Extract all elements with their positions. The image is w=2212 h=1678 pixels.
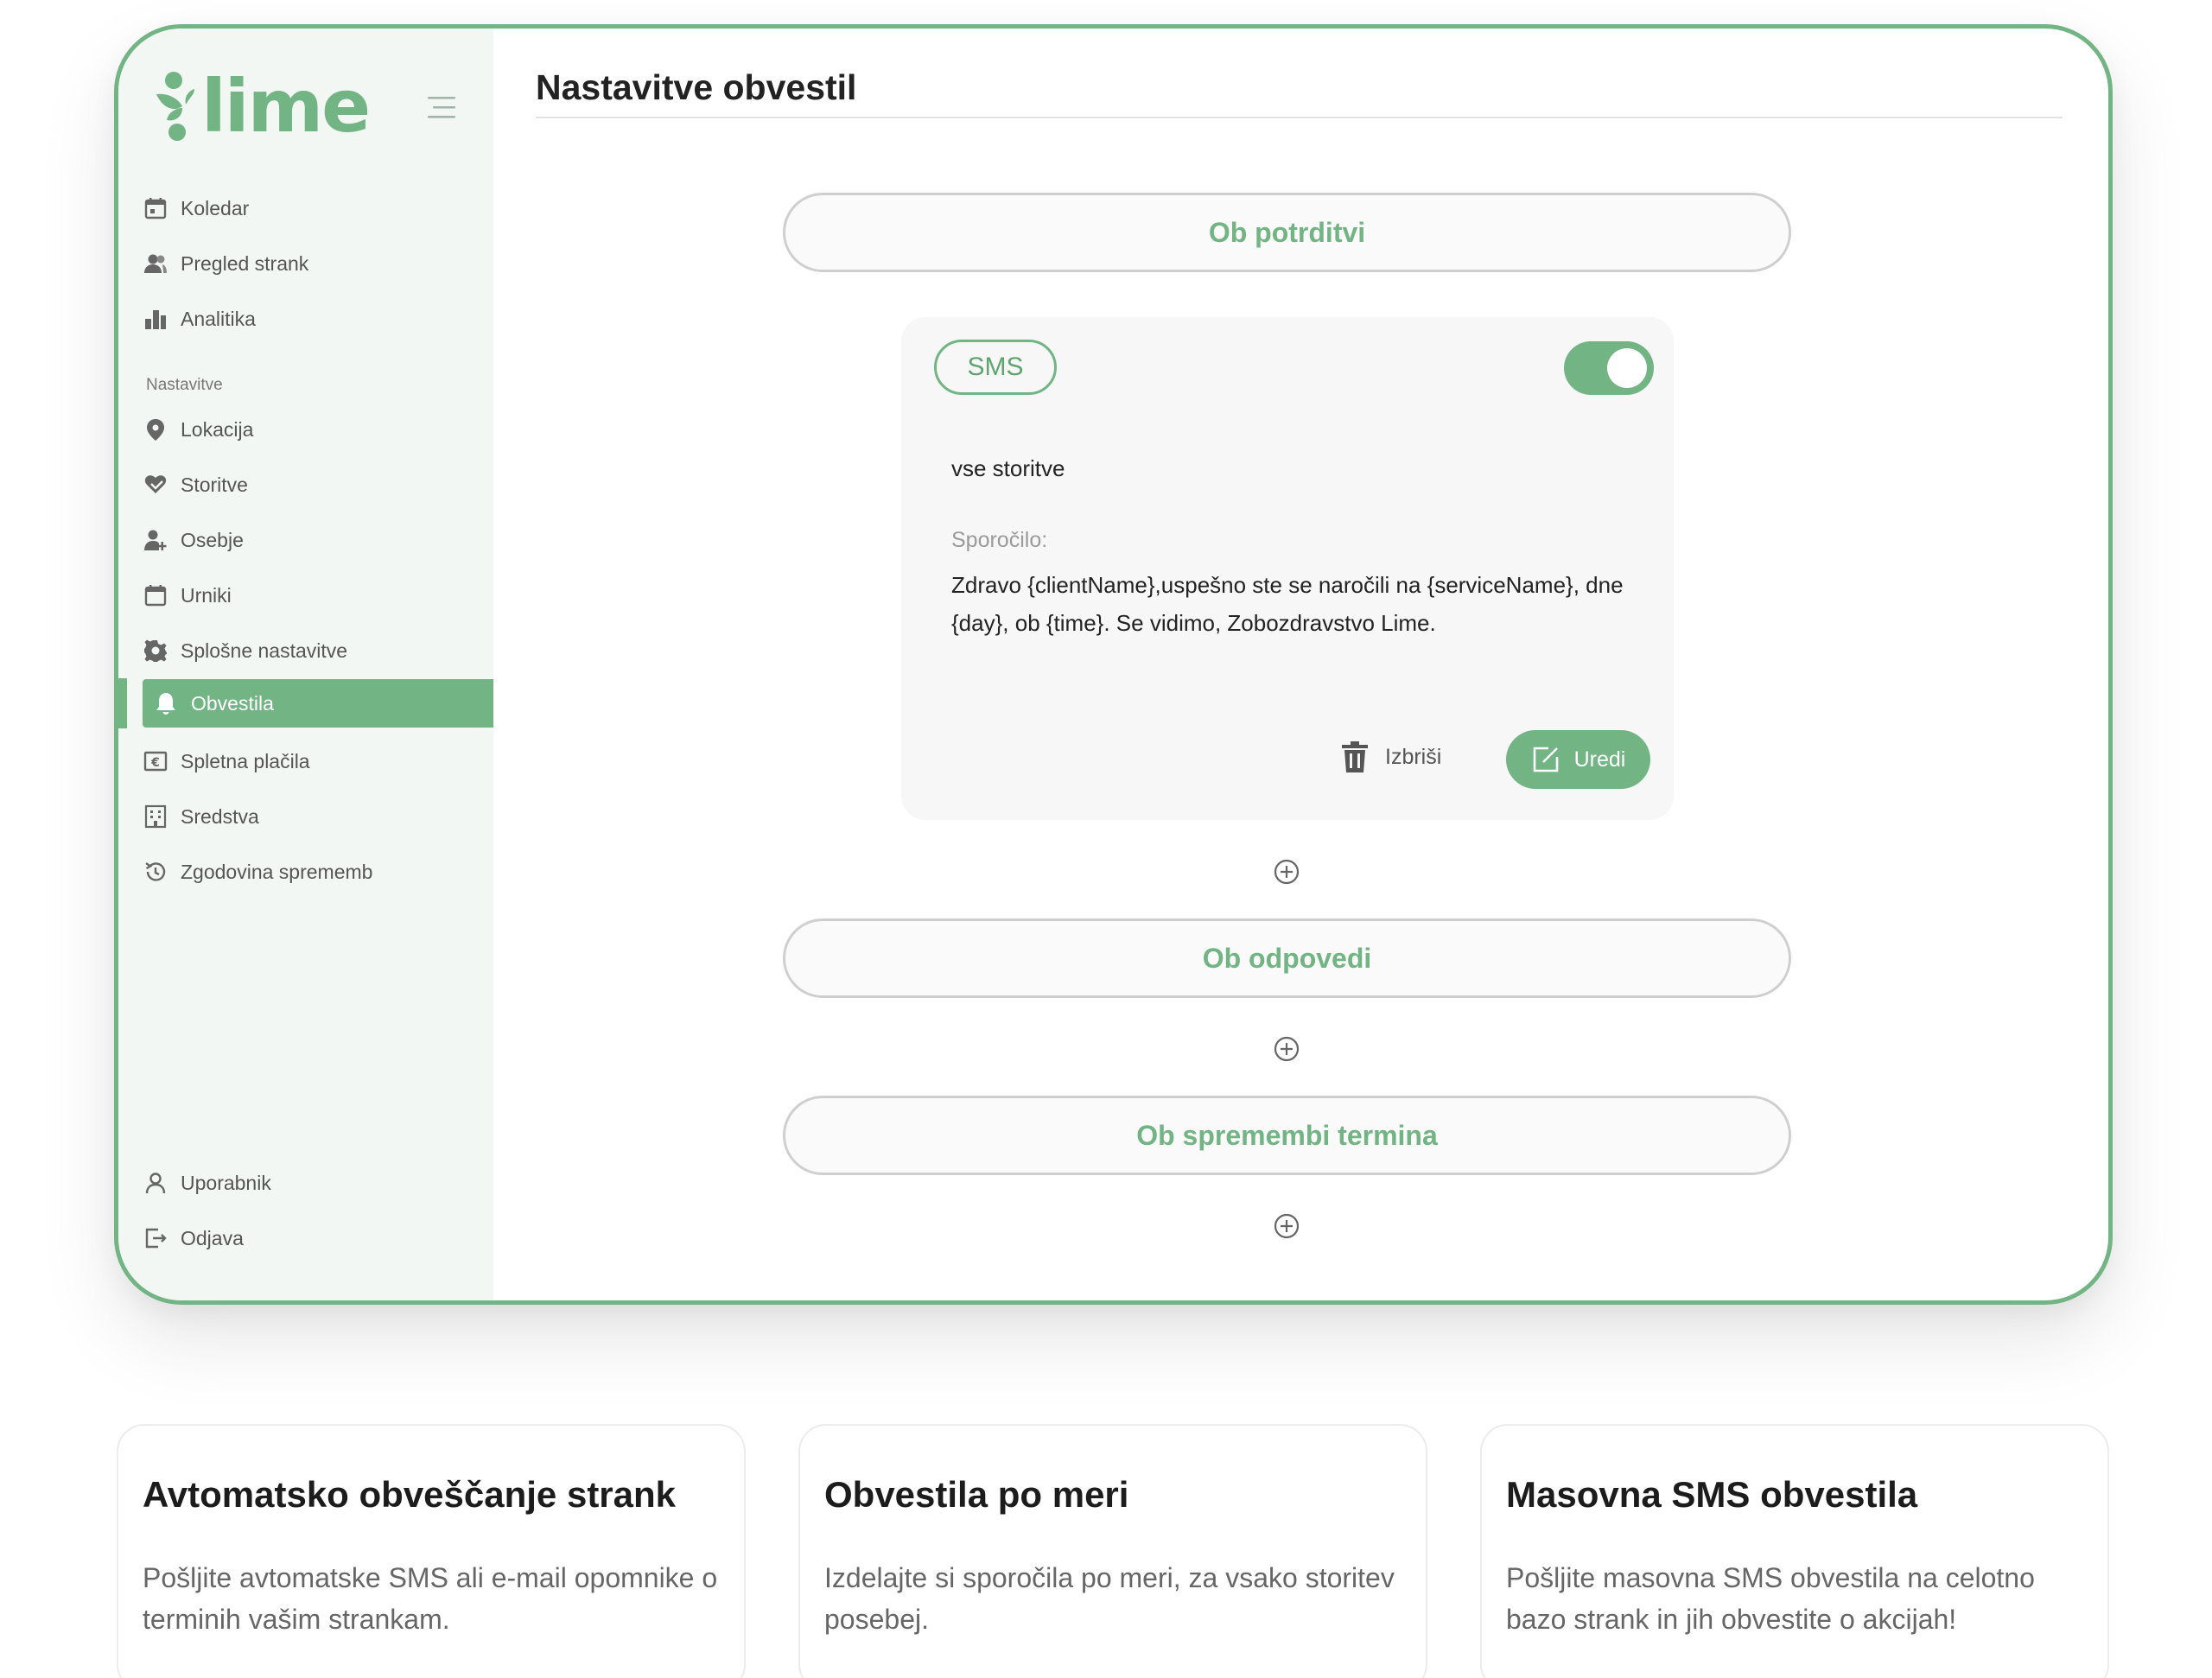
sidebar-item-label: Zgodovina sprememb — [181, 860, 373, 883]
logout-icon — [143, 1225, 168, 1251]
notification-card: SMS vse storitve Sporočilo: Zdravo {clie… — [901, 317, 1674, 820]
calendar-icon — [143, 582, 168, 608]
notification-enabled-toggle[interactable] — [1564, 341, 1654, 395]
menu-collapse-icon[interactable] — [428, 96, 455, 118]
user-icon — [143, 1170, 168, 1196]
sidebar-item-label: Storitve — [181, 473, 248, 496]
edit-button[interactable]: Uredi — [1506, 730, 1650, 789]
sidebar-item-splosne-nastavitve[interactable]: Splošne nastavitve — [143, 626, 493, 675]
sidebar-item-obvestila[interactable]: Obvestila — [143, 679, 493, 728]
bell-icon — [153, 690, 179, 716]
sidebar-item-label: Lokacija — [181, 417, 254, 441]
sidebar-item-label: Sredstva — [181, 804, 259, 828]
sidebar-item-osebje[interactable]: Osebje — [143, 516, 493, 564]
edit-label: Uredi — [1573, 747, 1626, 772]
location-pin-icon — [143, 416, 168, 442]
add-notification-icon[interactable] — [1273, 1212, 1300, 1240]
sidebar-item-lokacija[interactable]: Lokacija — [143, 405, 493, 454]
gear-icon — [143, 638, 168, 664]
euro-icon: € — [143, 748, 168, 774]
toggle-knob — [1607, 348, 1647, 388]
trigger-on-cancellation[interactable]: Ob odpovedi — [783, 918, 1791, 998]
sidebar-item-sredstva[interactable]: Sredstva — [143, 792, 493, 841]
feature-title: Masovna SMS obvestila — [1506, 1474, 1918, 1515]
feature-text: Izdelajte si sporočila po meri, za vsako… — [824, 1562, 1395, 1635]
sidebar-item-storitve[interactable]: Storitve — [143, 461, 493, 509]
feature-text: Pošljite masovna SMS obvestila na celotn… — [1506, 1562, 2035, 1635]
sidebar-item-urniki[interactable]: Urniki — [143, 571, 493, 620]
sidebar-item-label: Obvestila — [191, 691, 274, 715]
notification-scope: vse storitve — [951, 455, 1065, 481]
add-person-icon — [143, 527, 168, 553]
sidebar-item-koledar[interactable]: Koledar — [143, 184, 493, 232]
lime-leaf-icon — [156, 72, 194, 141]
sidebar-item-pregled-strank[interactable]: Pregled strank — [143, 239, 493, 288]
calendar-icon — [143, 195, 168, 221]
sidebar-item-odjava[interactable]: Odjava — [143, 1214, 493, 1262]
svg-text:€: € — [150, 756, 160, 770]
title-divider — [536, 117, 2063, 118]
delete-label: Izbriši — [1385, 744, 1442, 769]
trigger-on-confirmation[interactable]: Ob potrditvi — [783, 193, 1791, 272]
message-text: Zdravo {clientName},uspešno ste se naroč… — [951, 572, 1624, 636]
feature-card: Obvestila po meri Izdelajte si sporočila… — [798, 1424, 1427, 1678]
edit-icon — [1533, 747, 1558, 772]
message-label: Sporočilo: — [951, 528, 1048, 552]
sidebar-item-label: Urniki — [181, 583, 232, 607]
main-content: Nastavitve obvestil Ob potrditvi SMS vse… — [493, 29, 2108, 1300]
trigger-on-reschedule[interactable]: Ob spremembi termina — [783, 1096, 1791, 1175]
sidebar-item-label: Koledar — [181, 196, 250, 219]
sidebar-item-label: Osebje — [181, 528, 244, 551]
sidebar: lime Koledar Pregled strank Analitika Na… — [118, 29, 493, 1300]
sidebar-item-analitika[interactable]: Analitika — [143, 295, 493, 343]
heart-hand-icon — [143, 472, 168, 498]
channel-badge: SMS — [934, 340, 1057, 395]
delete-button[interactable]: Izbriši — [1340, 740, 1441, 773]
sidebar-item-spletna-placila[interactable]: € Spletna plačila — [143, 737, 493, 785]
sidebar-item-label: Analitika — [181, 307, 256, 330]
brand-logo[interactable]: lime — [151, 64, 371, 149]
add-notification-icon[interactable] — [1273, 1035, 1300, 1063]
app-window: lime Koledar Pregled strank Analitika Na… — [114, 24, 2113, 1305]
sidebar-item-label: Splošne nastavitve — [181, 639, 348, 662]
history-icon — [143, 859, 168, 885]
trash-icon — [1342, 741, 1368, 772]
feature-title: Avtomatsko obveščanje strank — [143, 1474, 677, 1515]
bar-chart-icon — [143, 306, 168, 332]
feature-card: Masovna SMS obvestila Pošljite masovna S… — [1480, 1424, 2109, 1678]
sidebar-item-label: Uporabnik — [181, 1171, 271, 1194]
sidebar-item-uporabnik[interactable]: Uporabnik — [143, 1159, 493, 1207]
sidebar-item-label: Spletna plačila — [181, 749, 310, 772]
users-icon — [143, 251, 168, 276]
add-notification-icon[interactable] — [1273, 858, 1300, 886]
feature-title: Obvestila po meri — [824, 1474, 1129, 1515]
sidebar-item-label: Pregled strank — [181, 251, 309, 275]
page-title: Nastavitve obvestil — [536, 67, 857, 107]
sidebar-section-label: Nastavitve — [146, 376, 223, 394]
active-indicator — [118, 678, 127, 728]
brand-name: lime — [201, 64, 371, 149]
feature-card: Avtomatsko obveščanje strank Pošljite av… — [117, 1424, 746, 1678]
feature-text: Pošljite avtomatske SMS ali e-mail opomn… — [143, 1562, 718, 1635]
sidebar-item-zgodovina-sprememb[interactable]: Zgodovina sprememb — [143, 848, 493, 896]
building-icon — [143, 804, 168, 829]
sidebar-item-label: Odjava — [181, 1226, 244, 1249]
